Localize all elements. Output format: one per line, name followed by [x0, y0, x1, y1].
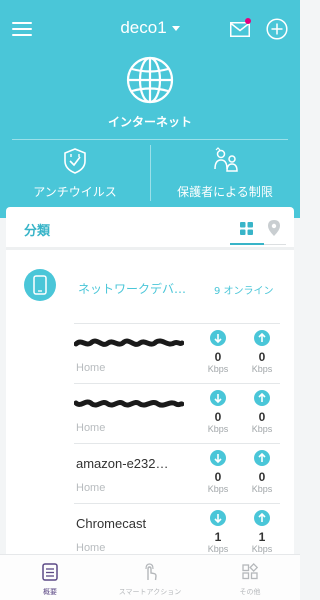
- tab-line: [264, 244, 286, 245]
- nav-overview-label: 概要: [43, 588, 57, 596]
- antivirus-label: アンチウイルス: [33, 185, 117, 199]
- divider: [6, 247, 294, 250]
- upload-value: 0: [258, 470, 266, 484]
- download-unit: Kbps: [207, 364, 229, 374]
- upload-arrow-icon: [254, 450, 270, 466]
- bottom-navigation: 概要 スマートアクション その他: [0, 554, 300, 600]
- device-row[interactable]: Home 0 Kbps 0 Kbps: [74, 383, 280, 443]
- download-rate: 0 Kbps: [206, 390, 230, 434]
- location-pin-icon[interactable]: [268, 220, 280, 236]
- upload-arrow-icon: [254, 330, 270, 346]
- network-selector[interactable]: deco1: [0, 18, 300, 38]
- internet-label: インターネット: [107, 115, 192, 129]
- upload-rate: 1 Kbps: [250, 510, 274, 554]
- redacted-device-name: [74, 338, 184, 347]
- download-unit: Kbps: [207, 424, 229, 434]
- upload-unit: Kbps: [251, 364, 273, 374]
- nav-smart-action[interactable]: スマートアクション: [100, 555, 200, 600]
- parental-controls-button[interactable]: 保護者による制限: [150, 140, 300, 206]
- more-icon: [242, 563, 258, 580]
- grid-icon[interactable]: [240, 222, 253, 235]
- download-arrow-icon: [210, 450, 226, 466]
- device-row[interactable]: amazon-e232… Home 0 Kbps 0 Kbps: [74, 443, 280, 503]
- nav-other-label: その他: [239, 588, 261, 596]
- client-list-card: 分類 ネットワークデバ… 9 オンライン Home 0 Kbps 0 Kbps …: [6, 207, 294, 600]
- download-rate: 0 Kbps: [206, 330, 230, 374]
- phone-icon: [24, 269, 56, 301]
- download-rate: 0 Kbps: [206, 450, 230, 494]
- device-group-name: ネットワークデバ…: [78, 282, 187, 296]
- category-title: 分類: [24, 224, 51, 239]
- nav-overview[interactable]: 概要: [0, 555, 100, 600]
- tab-active-indicator: [230, 243, 264, 245]
- notification-dot: [245, 18, 251, 24]
- upload-rate: 0 Kbps: [250, 450, 274, 494]
- redacted-device-name: [74, 399, 184, 408]
- download-unit: Kbps: [207, 544, 229, 554]
- upload-value: 0: [258, 410, 266, 424]
- upload-arrow-icon: [254, 510, 270, 526]
- parental-controls-label: 保護者による制限: [177, 185, 273, 199]
- family-icon: [214, 147, 238, 172]
- download-arrow-icon: [210, 510, 226, 526]
- mail-icon[interactable]: [230, 22, 250, 37]
- online-count: 9 オンライン: [214, 286, 274, 297]
- upload-value: 1: [258, 530, 266, 544]
- chevron-down-icon: [171, 26, 180, 32]
- device-name: Chromecast: [76, 516, 147, 531]
- device-subtitle: Home: [76, 482, 106, 494]
- card-header: 分類: [6, 207, 294, 245]
- upload-arrow-icon: [254, 390, 270, 406]
- download-unit: Kbps: [207, 484, 229, 494]
- shield-icon: [64, 148, 86, 174]
- download-value: 0: [214, 410, 222, 424]
- upload-unit: Kbps: [251, 424, 273, 434]
- upload-rate: 0 Kbps: [250, 330, 274, 374]
- upload-unit: Kbps: [251, 544, 273, 554]
- nav-other[interactable]: その他: [200, 555, 300, 600]
- download-arrow-icon: [210, 330, 226, 346]
- upload-rate: 0 Kbps: [250, 390, 274, 434]
- device-name: amazon-e232…: [76, 456, 169, 471]
- device-row[interactable]: Home 0 Kbps 0 Kbps: [74, 323, 280, 383]
- upload-unit: Kbps: [251, 484, 273, 494]
- device-subtitle: Home: [76, 542, 106, 554]
- device-group-row[interactable]: ネットワークデバ… 9 オンライン: [6, 263, 294, 313]
- smart-action-icon: [145, 563, 157, 581]
- header-panel: deco1 インターネット アンチウイルス 保護者による制限: [0, 0, 300, 218]
- device-subtitle: Home: [76, 362, 106, 374]
- nav-smart-action-label: スマートアクション: [118, 588, 182, 596]
- download-value: 0: [214, 350, 222, 364]
- upload-value: 0: [258, 350, 266, 364]
- download-arrow-icon: [210, 390, 226, 406]
- overview-icon: [42, 563, 58, 581]
- antivirus-button[interactable]: アンチウイルス: [0, 140, 150, 206]
- device-subtitle: Home: [76, 422, 106, 434]
- globe-icon[interactable]: [126, 56, 174, 104]
- download-value: 1: [214, 530, 222, 544]
- network-name: deco1: [120, 18, 167, 37]
- download-rate: 1 Kbps: [206, 510, 230, 554]
- download-value: 0: [214, 470, 222, 484]
- add-icon[interactable]: [266, 18, 288, 40]
